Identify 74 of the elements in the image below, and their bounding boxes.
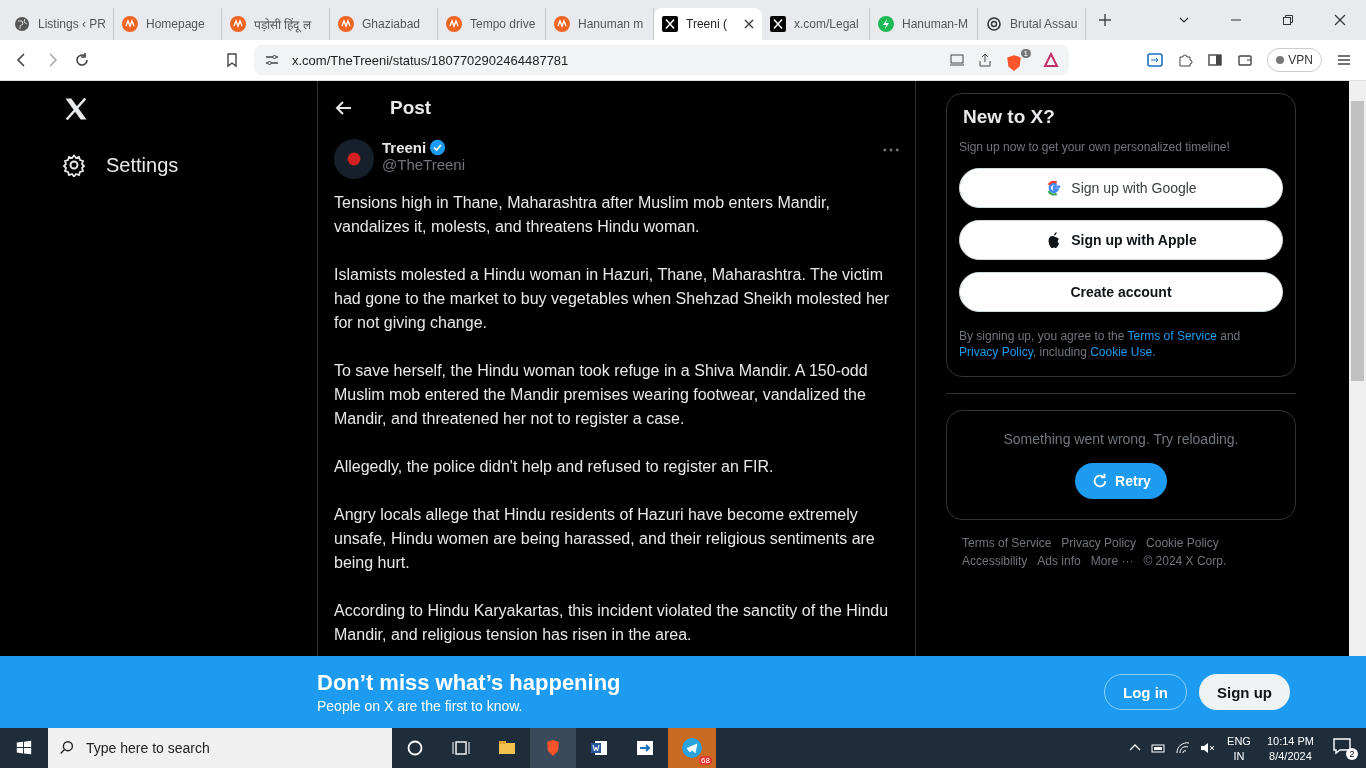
post-paragraph: Islamists molested a Hindu woman in Hazuri, Thane, Maharashtra. The victim had gone to the market to buy vegetables when Shehzad Sheikh molested her for not giving change. xyxy=(334,265,891,333)
footer-link[interactable]: Terms of Service xyxy=(962,536,1052,550)
signup-button[interactable]: Sign up with Apple xyxy=(959,220,1283,260)
footer-link[interactable]: Cookie Policy xyxy=(1146,536,1219,550)
reload-icon[interactable] xyxy=(74,52,90,68)
scrollbar[interactable] xyxy=(1349,81,1366,656)
footer-link[interactable]: More ··· xyxy=(1090,554,1134,568)
signup-button[interactable]: Sign up xyxy=(1199,674,1290,710)
wifi-icon[interactable] xyxy=(1175,740,1192,756)
author-name[interactable]: Treeni xyxy=(382,139,427,156)
bolt-icon xyxy=(878,16,894,32)
footer-link[interactable]: Privacy Policy xyxy=(1061,536,1137,550)
windows-logo-icon[interactable] xyxy=(15,739,33,757)
author-handle[interactable]: @TheTreeni xyxy=(382,156,875,173)
close-icon[interactable] xyxy=(744,19,754,29)
site-logo-icon xyxy=(338,16,354,32)
share-icon[interactable] xyxy=(977,52,993,68)
footer-link[interactable]: Accessibility xyxy=(962,554,1028,568)
post-paragraph: Tensions high in Thane, Maharashtra after Muslim mob enters Mandir, vandalizes it, molests, and threatens Hindu woman. xyxy=(334,193,831,237)
globe-icon xyxy=(14,16,30,32)
clock-date[interactable]: 8/4/2024 xyxy=(1269,749,1312,762)
telegram-icon xyxy=(681,737,703,759)
banner-title: Don’t miss what’s happening xyxy=(317,670,622,696)
unread-badge: 68 xyxy=(699,756,712,765)
site-logo-icon xyxy=(122,16,138,32)
card-subtitle: Sign up now to get your own personalized timeline! xyxy=(959,140,1231,154)
site-logo-icon xyxy=(554,16,570,32)
more-icon[interactable] xyxy=(883,148,899,152)
x-logo-icon xyxy=(662,16,678,32)
footer-link[interactable]: Ads info xyxy=(1037,554,1081,568)
sidebar-icon[interactable] xyxy=(1207,52,1224,68)
notification-count: 2 xyxy=(1346,748,1358,760)
legal-link[interactable]: Privacy Policy xyxy=(959,345,1033,359)
settings-link[interactable]: Settings xyxy=(62,153,317,177)
muted-speaker-icon[interactable] xyxy=(1199,740,1216,756)
sync-icon[interactable] xyxy=(1147,52,1164,68)
telegram-taskbar-button[interactable]: 68 xyxy=(668,728,716,768)
site-settings-icon xyxy=(264,52,280,68)
new-tab-icon[interactable] xyxy=(1098,13,1112,27)
signup-button[interactable]: Sign up with Google xyxy=(959,168,1283,208)
restore-icon[interactable] xyxy=(1282,14,1294,26)
swirl-icon xyxy=(986,16,1002,32)
page-title: Post xyxy=(390,97,432,119)
post-paragraph: According to Hindu Karyakartas, this incident violated the sanctity of the Hindu Mandir, and religious tension has risen in the area. xyxy=(334,601,890,645)
site-logo-icon xyxy=(446,16,462,32)
menu-icon[interactable] xyxy=(1336,52,1352,68)
search-icon xyxy=(58,739,76,757)
card-title: New to X? xyxy=(962,106,1056,128)
browser-tab[interactable]: Treeni ( xyxy=(654,8,762,40)
avatar[interactable] xyxy=(334,139,374,179)
post-paragraph: To save herself, the Hindu woman took refuge in a Shiva Mandir. A 150-odd Muslim mob entered the Mandir premises wearing footwear, vandalized the Mandir, and threatened her not to register a case. xyxy=(334,361,869,429)
legal-text: By signing up, you agree to the Terms of Service and Privacy Policy, including Cookie Use. xyxy=(959,328,1242,360)
legal-link[interactable]: Cookie Use. xyxy=(1090,345,1156,359)
x-logo-icon xyxy=(770,16,786,32)
settings-icon xyxy=(62,153,86,177)
notification-button[interactable]: 2 xyxy=(1332,736,1358,760)
signup-button[interactable]: Create account xyxy=(959,272,1283,312)
wallet-icon[interactable] xyxy=(1237,52,1254,68)
address-bar[interactable]: x.com/TheTreeni/status/1807702902464487781 1 xyxy=(254,45,1069,75)
post-paragraph: Angry locals allege that Hindu residents of Hazuri have become extremely unsafe, Hindu women are being harassed, and their religious sentiments are being hurt. xyxy=(334,505,876,573)
legal-link[interactable]: Terms of Service xyxy=(1127,329,1217,343)
banner-subtitle: People on X are the first to know. xyxy=(317,698,524,714)
footer-link[interactable]: © 2024 X Corp. xyxy=(1143,554,1227,568)
shield-count: 1 xyxy=(1020,48,1031,58)
post-paragraph: Allegedly, the police didn't help and refused to register an FIR. xyxy=(334,457,775,477)
triangle-icon[interactable] xyxy=(1043,52,1059,68)
language-indicator[interactable]: ENG xyxy=(1227,734,1251,747)
search-field[interactable]: Type here to search xyxy=(48,728,392,768)
close-icon[interactable] xyxy=(1334,14,1346,26)
site-logo-icon xyxy=(230,16,246,32)
clock-time[interactable]: 10:14 PM xyxy=(1266,734,1314,747)
error-message: Something went wrong. Try reloading. xyxy=(1003,431,1239,447)
region-indicator[interactable]: IN xyxy=(1233,749,1245,762)
bookmark-icon[interactable] xyxy=(224,52,240,68)
